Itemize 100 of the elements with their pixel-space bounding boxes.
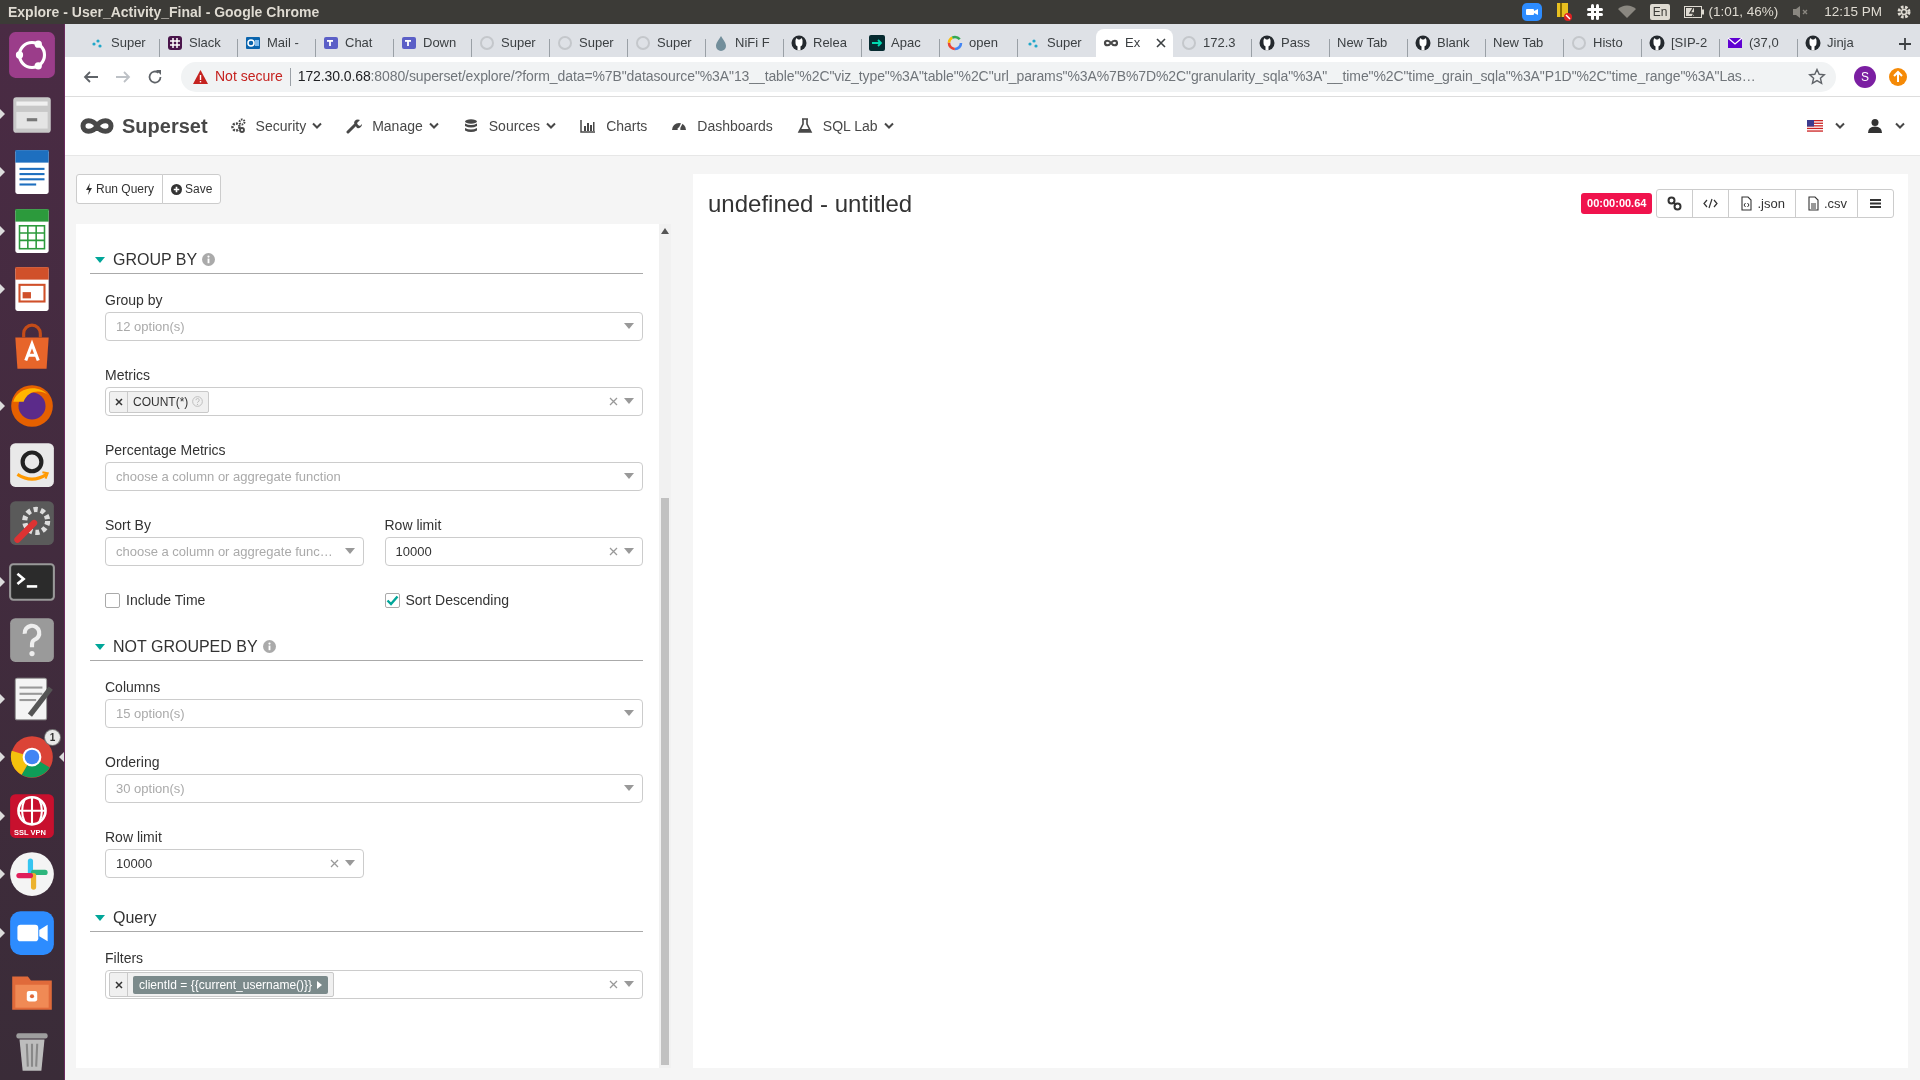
embed-button[interactable] — [1692, 189, 1730, 218]
dropdown-arrow-icon[interactable] — [624, 785, 634, 792]
shield-icon[interactable] — [1555, 2, 1572, 22]
g-ring-icon — [947, 35, 963, 51]
browser-tab[interactable]: Super — [472, 29, 549, 57]
nav-menu-item[interactable]: Manage — [334, 106, 451, 146]
browser-tab[interactable]: 172.3 — [1174, 29, 1251, 57]
dropdown-arrow-icon[interactable] — [624, 548, 634, 555]
browser-tab[interactable]: New Tab — [1330, 29, 1407, 57]
field-label: Ordering — [105, 754, 161, 771]
metric-tag[interactable]: COUNT(*) — [109, 390, 210, 413]
browser-tab[interactable]: Super — [82, 29, 159, 57]
keyboard-layout[interactable]: En — [1649, 4, 1671, 20]
browser-tab[interactable]: Blank — [1408, 29, 1485, 57]
browser-tab[interactable]: Relea — [784, 29, 861, 57]
address-bar[interactable] — [181, 61, 1836, 92]
clear-icon[interactable] — [609, 980, 618, 989]
browser-tab[interactable]: Mail - — [238, 29, 315, 57]
filter-tag[interactable]: clientId = {{current_username()}} — [109, 972, 335, 997]
remove-icon[interactable] — [114, 980, 123, 989]
clear-icon[interactable] — [329, 859, 339, 868]
browser-tab[interactable]: Slack — [160, 29, 237, 57]
star-icon[interactable] — [1808, 67, 1826, 86]
video-camera-icon[interactable] — [1521, 3, 1542, 21]
run-query-button[interactable]: Run Query — [76, 174, 164, 204]
browser-tab[interactable]: New Tab — [1486, 29, 1563, 57]
collapse-caret-icon[interactable] — [95, 913, 105, 922]
browser-tab[interactable]: Super — [628, 29, 705, 57]
browser-tab[interactable]: NiFi F — [706, 29, 783, 57]
profile-avatar[interactable]: S — [1854, 65, 1876, 88]
browser-tab[interactable]: (37,0 — [1720, 29, 1797, 57]
dropdown-arrow-icon[interactable] — [624, 981, 634, 988]
dropdown-arrow-icon[interactable] — [624, 323, 634, 330]
clock[interactable]: 12:15 PM — [1824, 1, 1882, 23]
wrench-icon — [346, 118, 363, 134]
dropdown-arrow-icon[interactable] — [624, 398, 634, 405]
field-label: Columns — [105, 679, 162, 696]
clear-icon[interactable] — [609, 397, 618, 406]
browser-tab[interactable]: [SIP-2 — [1642, 29, 1719, 57]
dropdown-arrow-icon[interactable] — [624, 473, 634, 480]
hash-icon — [167, 35, 183, 51]
envelope-icon — [245, 35, 261, 51]
browser-tab[interactable]: Ex — [1096, 29, 1173, 57]
hash-icon[interactable] — [1585, 3, 1604, 21]
dropdown-arrow-icon[interactable] — [344, 860, 355, 867]
security-status[interactable]: Not secure — [215, 66, 283, 87]
nav-menu-item[interactable]: Sources — [450, 106, 569, 146]
spinner-icon — [557, 35, 573, 51]
settings-icon[interactable] — [1896, 4, 1912, 20]
wifi-icon[interactable] — [1617, 5, 1636, 19]
csv-export-button[interactable]: .csv — [1794, 189, 1858, 218]
drop-icon — [713, 35, 729, 51]
menu-icon — [1868, 196, 1883, 211]
people-icon — [401, 35, 417, 51]
section-title[interactable]: Query — [113, 905, 157, 930]
browser-tab[interactable]: Super — [550, 29, 627, 57]
envelope-icon — [1727, 35, 1743, 51]
browser-tab[interactable]: Chat — [316, 29, 393, 57]
section-title[interactable]: NOT GROUPED BY — [113, 634, 258, 659]
browser-tab[interactable]: Histo — [1564, 29, 1641, 57]
clear-icon[interactable] — [609, 547, 618, 556]
browser-tab[interactable]: open — [940, 29, 1017, 57]
browser-tab[interactable]: Pass — [1252, 29, 1329, 57]
checkbox[interactable] — [105, 593, 120, 608]
select-field[interactable]: COUNT(*) — [105, 387, 643, 416]
window-title: Explore - User_Activity_Final - Google Chrome — [8, 2, 320, 22]
check-icon — [385, 595, 399, 606]
dropdown-arrow-icon[interactable] — [344, 548, 355, 555]
browser-tab[interactable]: Jinja — [1798, 29, 1875, 57]
collapse-caret-icon[interactable] — [95, 255, 105, 264]
remove-icon[interactable] — [114, 397, 123, 406]
browser-tab[interactable]: Super — [1018, 29, 1095, 57]
select-field[interactable]: 10000 — [105, 849, 364, 878]
section-title[interactable]: GROUP BY — [113, 247, 198, 272]
save-button[interactable]: Save — [162, 174, 222, 204]
bar-chart-icon — [580, 118, 597, 134]
more-button[interactable] — [1857, 189, 1894, 218]
select-field[interactable]: clientId = {{current_username()}} — [105, 970, 643, 999]
launcher-item[interactable]: 1 — [0, 728, 64, 787]
collapse-caret-icon[interactable] — [95, 642, 105, 651]
nav-menu-item[interactable]: Dashboards — [659, 106, 785, 146]
nav-menu-item[interactable]: SQL Lab — [784, 106, 906, 146]
nav-menu-item[interactable]: Security — [217, 106, 335, 146]
nav-menu-item[interactable]: Charts — [568, 106, 660, 146]
brand-name[interactable]: Superset — [122, 111, 208, 141]
scrollbar-thumb[interactable] — [661, 498, 669, 1065]
link-button[interactable] — [1656, 189, 1694, 218]
checkbox-label: Sort Descending — [405, 591, 509, 610]
dropdown-arrow-icon[interactable] — [624, 710, 634, 717]
url-text: 172.30.0.68:8080/superset/explore/?form_data=%7B"datasource"%3A"13__table"%2C"viz_type"%3A"table"%2C"url_params"%3A%7B%7D%2C"granularity_sqla"%3A"__time"%2C"time_grain_sqla"%3A"P1D"%2C"time_range"%3A"Las… — [297, 67, 1757, 86]
browser-tab[interactable]: Apac — [862, 29, 939, 57]
code-icon — [1703, 196, 1719, 211]
browser-tab[interactable]: Down — [394, 29, 471, 57]
checkbox[interactable] — [384, 593, 400, 608]
scrollbar[interactable] — [659, 224, 671, 1068]
json-export-button[interactable]: .json — [1728, 189, 1796, 218]
close-icon[interactable] — [1156, 38, 1166, 48]
scroll-up-icon[interactable] — [661, 228, 669, 234]
battery-icon[interactable] — [1684, 6, 1705, 18]
select-field[interactable]: 10000 — [384, 537, 643, 566]
